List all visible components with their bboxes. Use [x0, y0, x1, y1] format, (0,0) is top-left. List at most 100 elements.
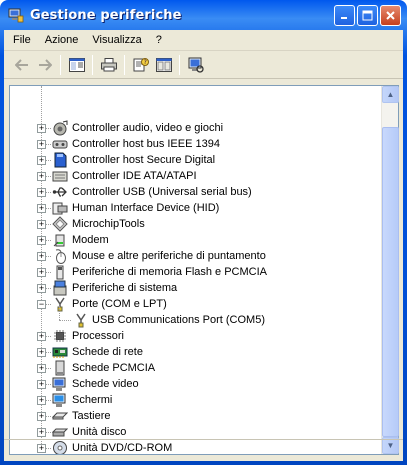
chip-icon [52, 216, 68, 232]
hid-icon [52, 202, 68, 215]
expand-icon[interactable]: + [37, 204, 46, 213]
device-tree[interactable]: + Controller audio, video e giochi + Contro… [10, 86, 381, 454]
menu-visualizza[interactable]: Visualizza [85, 30, 148, 51]
tree-category-item[interactable]: + Mouse e altre periferiche di puntamento [10, 248, 381, 264]
vertical-scrollbar[interactable]: ▲ ▼ [381, 86, 399, 454]
minimize-button[interactable] [334, 5, 355, 26]
close-icon [386, 11, 395, 20]
tree-category-item[interactable]: + Schede di rete [10, 344, 381, 360]
scan-hardware-icon [188, 57, 204, 73]
expand-icon[interactable]: + [37, 156, 46, 165]
tree-category-item[interactable]: + Periferiche di sistema [10, 280, 381, 296]
svg-text:?: ? [143, 59, 146, 66]
maximize-button[interactable] [357, 5, 378, 26]
tree-item-label: Processori [72, 330, 124, 342]
close-button[interactable] [380, 5, 401, 26]
expand-icon[interactable]: + [37, 172, 46, 181]
expand-icon[interactable]: + [37, 396, 46, 405]
tree-category-item[interactable]: + Human Interface Device (HID) [10, 200, 381, 216]
expand-icon[interactable]: + [37, 332, 46, 341]
expand-icon[interactable]: + [37, 140, 46, 149]
expand-icon[interactable]: + [37, 236, 46, 245]
tree-item-label: Schede PCMCIA [72, 362, 156, 374]
scroll-up-button[interactable]: ▲ [382, 86, 399, 103]
menu-azione[interactable]: Azione [38, 30, 86, 51]
expand-icon[interactable]: + [37, 188, 46, 197]
minimize-icon [341, 17, 347, 19]
show-hide-tree-button[interactable] [65, 54, 88, 76]
display-adapter-icon [52, 377, 66, 391]
tree-item-label: Controller IDE ATA/ATAPI [72, 170, 197, 182]
expand-icon[interactable]: + [37, 268, 46, 277]
usb-icon [52, 187, 67, 197]
monitor-icon [52, 393, 66, 407]
tree-category-item[interactable]: + Controller IDE ATA/ATAPI [10, 168, 381, 184]
back-arrow-icon [14, 58, 28, 71]
expand-icon[interactable]: + [37, 380, 46, 389]
tree-item-label: Controller host bus IEEE 1394 [72, 138, 220, 150]
tree-category-item[interactable]: + Unità disco [10, 424, 381, 440]
tree-item-label: Periferiche di memoria Flash e PCMCIA [72, 266, 268, 278]
tree-category-item[interactable]: + Processori [10, 328, 381, 344]
expand-icon[interactable]: + [37, 364, 46, 373]
maximize-icon [362, 10, 373, 21]
tree-child-item[interactable]: USB Communications Port (COM5) [10, 306, 381, 328]
expand-icon[interactable]: + [37, 412, 46, 421]
expand-icon[interactable]: + [37, 220, 46, 229]
tree-category-item[interactable]: + Controller host Secure Digital [10, 152, 381, 168]
menu-bar: File Azione Visualizza ? [4, 30, 403, 51]
properties-icon: ? [133, 58, 149, 72]
expand-icon[interactable]: + [37, 124, 46, 133]
tree-category-item[interactable]: + Controller audio, video e giochi [10, 120, 381, 136]
show-hide-tree-icon [68, 57, 85, 72]
tree-item-label: Porte (COM e LPT) [72, 298, 167, 310]
scroll-thumb[interactable] [382, 127, 399, 437]
collapse-icon[interactable]: − [37, 300, 46, 309]
expand-icon[interactable]: + [37, 428, 46, 437]
back-button[interactable] [10, 54, 33, 76]
help-icon [155, 57, 172, 72]
modem-icon [53, 234, 65, 247]
computer-manage-icon [8, 8, 24, 23]
port-icon [55, 297, 65, 312]
mouse-icon [55, 249, 66, 264]
tree-category-item[interactable]: + Periferiche di memoria Flash e PCMCIA [10, 264, 381, 280]
tree-category-item[interactable]: + MicrochipTools [10, 216, 381, 232]
print-icon [100, 57, 117, 71]
expand-icon[interactable]: + [37, 252, 46, 261]
toolbar: ? [4, 51, 403, 79]
menu-file[interactable]: File [6, 30, 38, 51]
tree-category-item[interactable]: + Controller host bus IEEE 1394 [10, 136, 381, 152]
processor-icon [54, 330, 66, 342]
sd-controller-icon [54, 152, 67, 168]
tree-category-item[interactable]: + Schermi [10, 392, 381, 408]
toolbar-separator [124, 54, 125, 75]
toolbar-separator [92, 54, 93, 75]
ieee1394-icon [52, 140, 68, 149]
scan-hardware-button[interactable] [184, 54, 207, 76]
network-card-icon [52, 347, 68, 358]
tree-category-item[interactable]: + Schede video [10, 376, 381, 392]
tree-category-item[interactable]: + Tastiere [10, 408, 381, 424]
tree-category-item[interactable]: − Porte (COM e LPT) [10, 296, 381, 312]
print-button[interactable] [97, 54, 120, 76]
title-bar[interactable]: Gestione periferiche [4, 0, 403, 30]
forward-button[interactable] [33, 54, 56, 76]
tree-item-label: Controller USB (Universal serial bus) [72, 186, 252, 198]
menu-help[interactable]: ? [149, 30, 169, 51]
tree-category-item[interactable]: + Schede PCMCIA [10, 360, 381, 376]
tree-category-item[interactable]: + Controller USB (Universal serial bus) [10, 184, 381, 200]
pcmcia-icon [55, 360, 65, 376]
tree-item-label: Tastiere [72, 410, 111, 422]
expand-icon[interactable]: + [37, 284, 46, 293]
properties-button[interactable]: ? [129, 54, 152, 76]
tree-item-label: Unità disco [72, 426, 127, 438]
device-tree-panel: + Controller audio, video e giochi + Contro… [9, 85, 399, 455]
keyboard-icon [52, 412, 68, 420]
window-title: Gestione periferiche [30, 7, 182, 23]
tree-category-item[interactable]: + Modem [10, 232, 381, 248]
system-device-icon [53, 280, 67, 296]
tree-child-branch [59, 320, 71, 321]
help-button[interactable] [152, 54, 175, 76]
expand-icon[interactable]: + [37, 348, 46, 357]
